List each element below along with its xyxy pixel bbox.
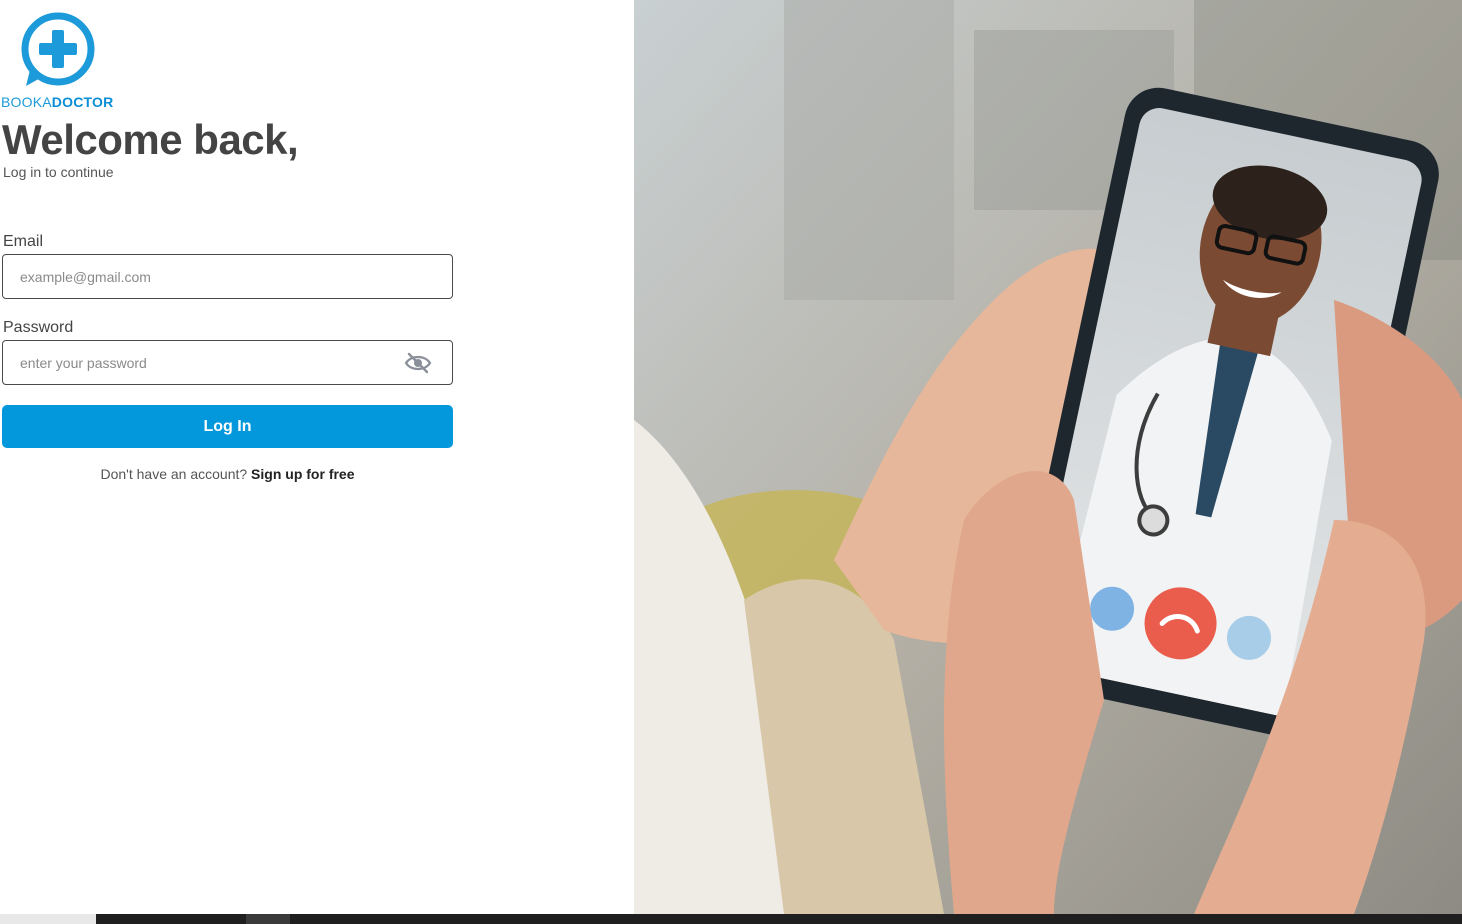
taskbar-app-item[interactable] <box>246 914 290 924</box>
signup-prompt: Don't have an account? Sign up for free <box>2 466 453 482</box>
password-field[interactable] <box>3 341 452 384</box>
os-taskbar <box>0 914 1462 924</box>
hero-image <box>634 0 1462 914</box>
email-field-container <box>2 254 453 299</box>
password-field-container <box>2 340 453 385</box>
medical-cross-chat-icon <box>21 12 95 86</box>
login-panel: BOOKADOCTOR Welcome back, Log in to cont… <box>0 0 634 914</box>
eye-off-icon[interactable] <box>404 352 432 374</box>
email-field[interactable] <box>3 255 452 298</box>
doctor-video-call-illustration <box>634 0 1462 914</box>
page-subtitle: Log in to continue <box>3 164 114 180</box>
signup-link[interactable]: Sign up for free <box>251 466 354 482</box>
login-button[interactable]: Log In <box>2 405 453 448</box>
signup-prompt-text: Don't have an account? <box>100 466 252 482</box>
logo[interactable]: BOOKADOCTOR <box>0 8 130 110</box>
page-title: Welcome back, <box>2 116 299 163</box>
logo-wordmark: BOOKADOCTOR <box>1 94 114 110</box>
start-button[interactable] <box>0 914 96 924</box>
email-label: Email <box>3 233 44 250</box>
password-label: Password <box>3 319 74 336</box>
